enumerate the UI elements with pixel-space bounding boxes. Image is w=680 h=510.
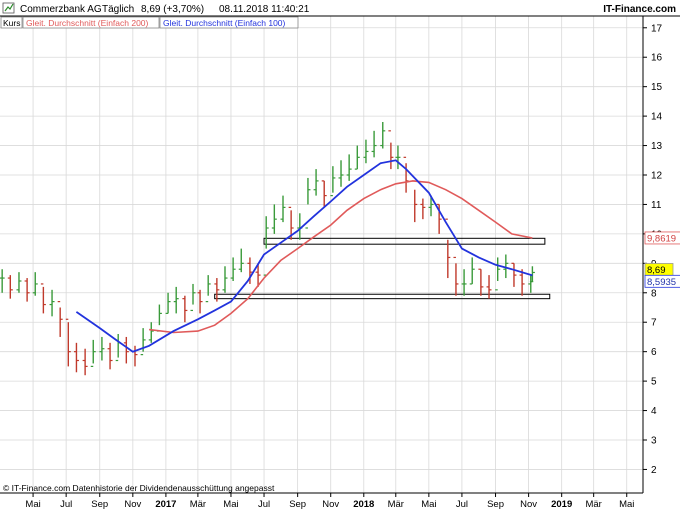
y-tick-label: 2 xyxy=(651,465,657,476)
x-tick-label: 2017 xyxy=(155,499,176,510)
x-tick-label: Mai xyxy=(223,499,238,510)
y-tick-label: 11 xyxy=(651,200,662,211)
last-value-tag: 8,5935 xyxy=(644,274,680,288)
x-tick-label: Sep xyxy=(289,499,306,510)
footer-note: © IT-Finance.com Datenhistorie der Divid… xyxy=(3,483,275,493)
last-value-tag-label: 9,8619 xyxy=(647,233,676,244)
period-label: Täglich xyxy=(102,4,134,15)
last-value-tag: 8,69 xyxy=(644,263,674,276)
last-value-tag-label: 8,69 xyxy=(647,265,666,276)
y-tick-label: 7 xyxy=(651,318,657,329)
brand-name: IT-Finance.com xyxy=(603,4,676,15)
x-tick-label: Jul xyxy=(258,499,270,510)
last-value-tag: 9,8619 xyxy=(644,231,680,244)
quote-datetime: 08.11.2018 11:40:21 xyxy=(219,4,310,15)
x-tick-label: Sep xyxy=(487,499,504,510)
y-tick-label: 12 xyxy=(651,171,663,182)
x-tick-label: Jul xyxy=(456,499,468,510)
last-value-tag-label: 8,5935 xyxy=(647,277,676,288)
y-tick-label: 3 xyxy=(651,436,657,447)
x-tick-label: Mär xyxy=(190,499,206,510)
y-tick-label: 16 xyxy=(651,53,663,64)
x-tick-label: Mär xyxy=(585,499,601,510)
legend-ma200: Gleit. Durchschnitt (Einfach 200) xyxy=(26,18,149,28)
x-tick-label: Nov xyxy=(322,499,339,510)
x-tick-label: Mai xyxy=(421,499,436,510)
y-tick-label: 15 xyxy=(651,82,663,93)
chart-background xyxy=(0,0,680,510)
y-tick-label: 17 xyxy=(651,23,663,34)
legend-kurs: Kurs xyxy=(3,18,20,28)
y-tick-label: 5 xyxy=(651,377,657,388)
x-tick-label: 2019 xyxy=(551,499,572,510)
chart-canvas: 234567891011121314151617 MaiJulSepNov201… xyxy=(0,0,680,510)
x-tick-label: Mai xyxy=(619,499,634,510)
y-tick-label: 13 xyxy=(651,141,663,152)
y-tick-label: 6 xyxy=(651,347,657,358)
x-tick-label: 2018 xyxy=(353,499,374,510)
x-tick-label: Mai xyxy=(25,499,40,510)
x-tick-label: Jul xyxy=(60,499,72,510)
x-tick-label: Sep xyxy=(91,499,108,510)
x-tick-label: Nov xyxy=(520,499,537,510)
instrument-name: Commerzbank AG xyxy=(20,4,102,15)
y-tick-label: 4 xyxy=(651,406,657,417)
quote-value: 8,69 (+3,70%) xyxy=(141,4,204,15)
x-tick-label: Nov xyxy=(124,499,141,510)
legend: Kurs Gleit. Durchschnitt (Einfach 200) G… xyxy=(0,16,299,29)
y-tick-label: 8 xyxy=(651,288,657,299)
y-tick-label: 14 xyxy=(651,112,663,123)
legend-ma100: Gleit. Durchschnitt (Einfach 100) xyxy=(163,18,286,28)
x-tick-label: Mär xyxy=(388,499,404,510)
